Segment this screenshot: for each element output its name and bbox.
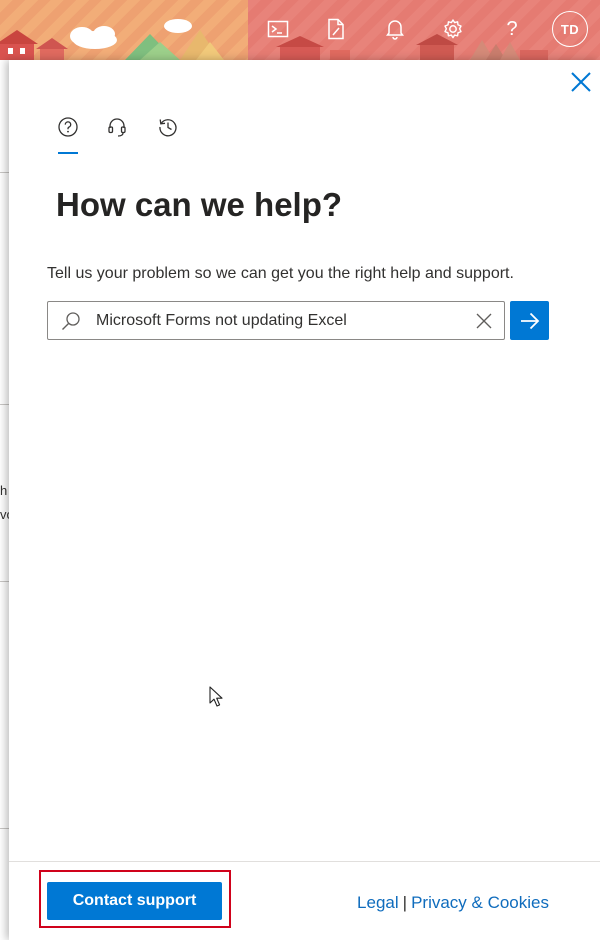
help-circle-icon xyxy=(58,117,78,137)
divider xyxy=(0,828,9,829)
mouse-cursor-icon xyxy=(209,686,223,707)
search-submit-button[interactable] xyxy=(510,301,549,340)
help-glyph: ? xyxy=(506,17,518,40)
gear-icon[interactable] xyxy=(438,14,468,44)
arrow-right-icon xyxy=(520,312,539,329)
privacy-cookies-link[interactable]: Privacy & Cookies xyxy=(411,893,549,912)
background-text-fragment: vo xyxy=(0,507,9,522)
tab-history[interactable] xyxy=(155,114,181,140)
active-tab-indicator xyxy=(58,152,78,154)
history-icon xyxy=(159,119,177,137)
headset-icon xyxy=(108,118,126,137)
divider xyxy=(0,581,9,582)
footer-links: Legal | Privacy & Cookies xyxy=(357,893,549,913)
divider xyxy=(0,404,9,405)
search-box xyxy=(47,301,505,340)
top-banner: ? TD xyxy=(0,0,600,60)
help-description: Tell us your problem so we can get you t… xyxy=(47,265,514,282)
avatar-initials: TD xyxy=(560,21,580,37)
help-panel: How can we help? Tell us your problem so… xyxy=(9,60,600,940)
contact-support-button[interactable]: Contact support xyxy=(47,882,222,920)
cloud-shell-icon[interactable] xyxy=(263,14,293,44)
search-input[interactable] xyxy=(96,302,466,339)
divider xyxy=(0,172,9,173)
close-icon xyxy=(571,72,591,92)
bell-icon[interactable] xyxy=(380,14,410,44)
tab-support[interactable] xyxy=(104,114,130,140)
footer-divider xyxy=(9,861,600,862)
search-icon xyxy=(60,311,82,331)
tab-help[interactable] xyxy=(55,114,81,140)
page-title: How can we help? xyxy=(56,186,343,223)
link-separator: | xyxy=(402,893,408,912)
clear-search-button[interactable] xyxy=(474,311,494,331)
help-icon[interactable]: ? xyxy=(497,14,527,44)
close-button[interactable] xyxy=(567,68,595,96)
legal-link[interactable]: Legal xyxy=(357,893,399,912)
avatar[interactable]: TD xyxy=(552,11,588,47)
background-text-fragment: h xyxy=(0,483,8,498)
clear-icon xyxy=(476,313,492,329)
background-page-edge: h vo xyxy=(0,60,9,940)
document-edit-icon[interactable] xyxy=(321,14,351,44)
